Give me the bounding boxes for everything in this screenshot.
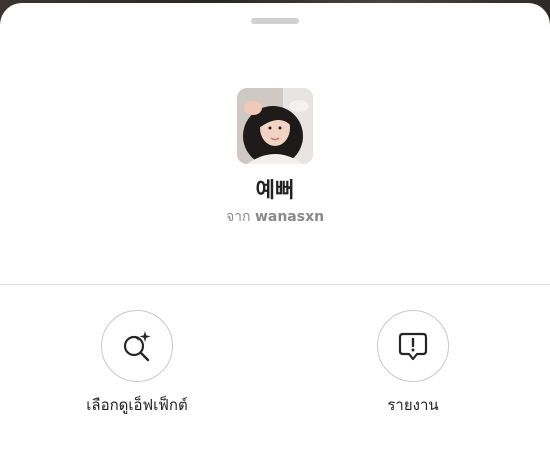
report-alert-icon bbox=[398, 332, 428, 361]
browse-effects-button[interactable]: เลือกดูเอ็ฟเฟ็กต์ bbox=[37, 310, 237, 415]
creator-handle[interactable]: wanasxn bbox=[255, 209, 324, 225]
browse-effects-label: เลือกดูเอ็ฟเฟ็กต์ bbox=[86, 396, 188, 414]
effect-creator[interactable]: จาก wanasxn bbox=[0, 208, 550, 226]
browse-effects-icon-circle[interactable] bbox=[101, 310, 173, 382]
effect-thumbnail-image bbox=[237, 88, 313, 164]
effect-thumbnail bbox=[237, 88, 313, 164]
creator-prefix: จาก bbox=[225, 209, 251, 225]
section-divider bbox=[0, 284, 550, 285]
report-button[interactable]: รายงาน bbox=[313, 310, 513, 415]
report-label: รายงาน bbox=[387, 396, 439, 414]
effect-name: 예뻐 bbox=[255, 178, 295, 202]
sheet-grabber-handle[interactable] bbox=[251, 18, 299, 24]
report-icon-circle[interactable] bbox=[377, 310, 449, 382]
sparkle-search-icon bbox=[123, 331, 151, 362]
